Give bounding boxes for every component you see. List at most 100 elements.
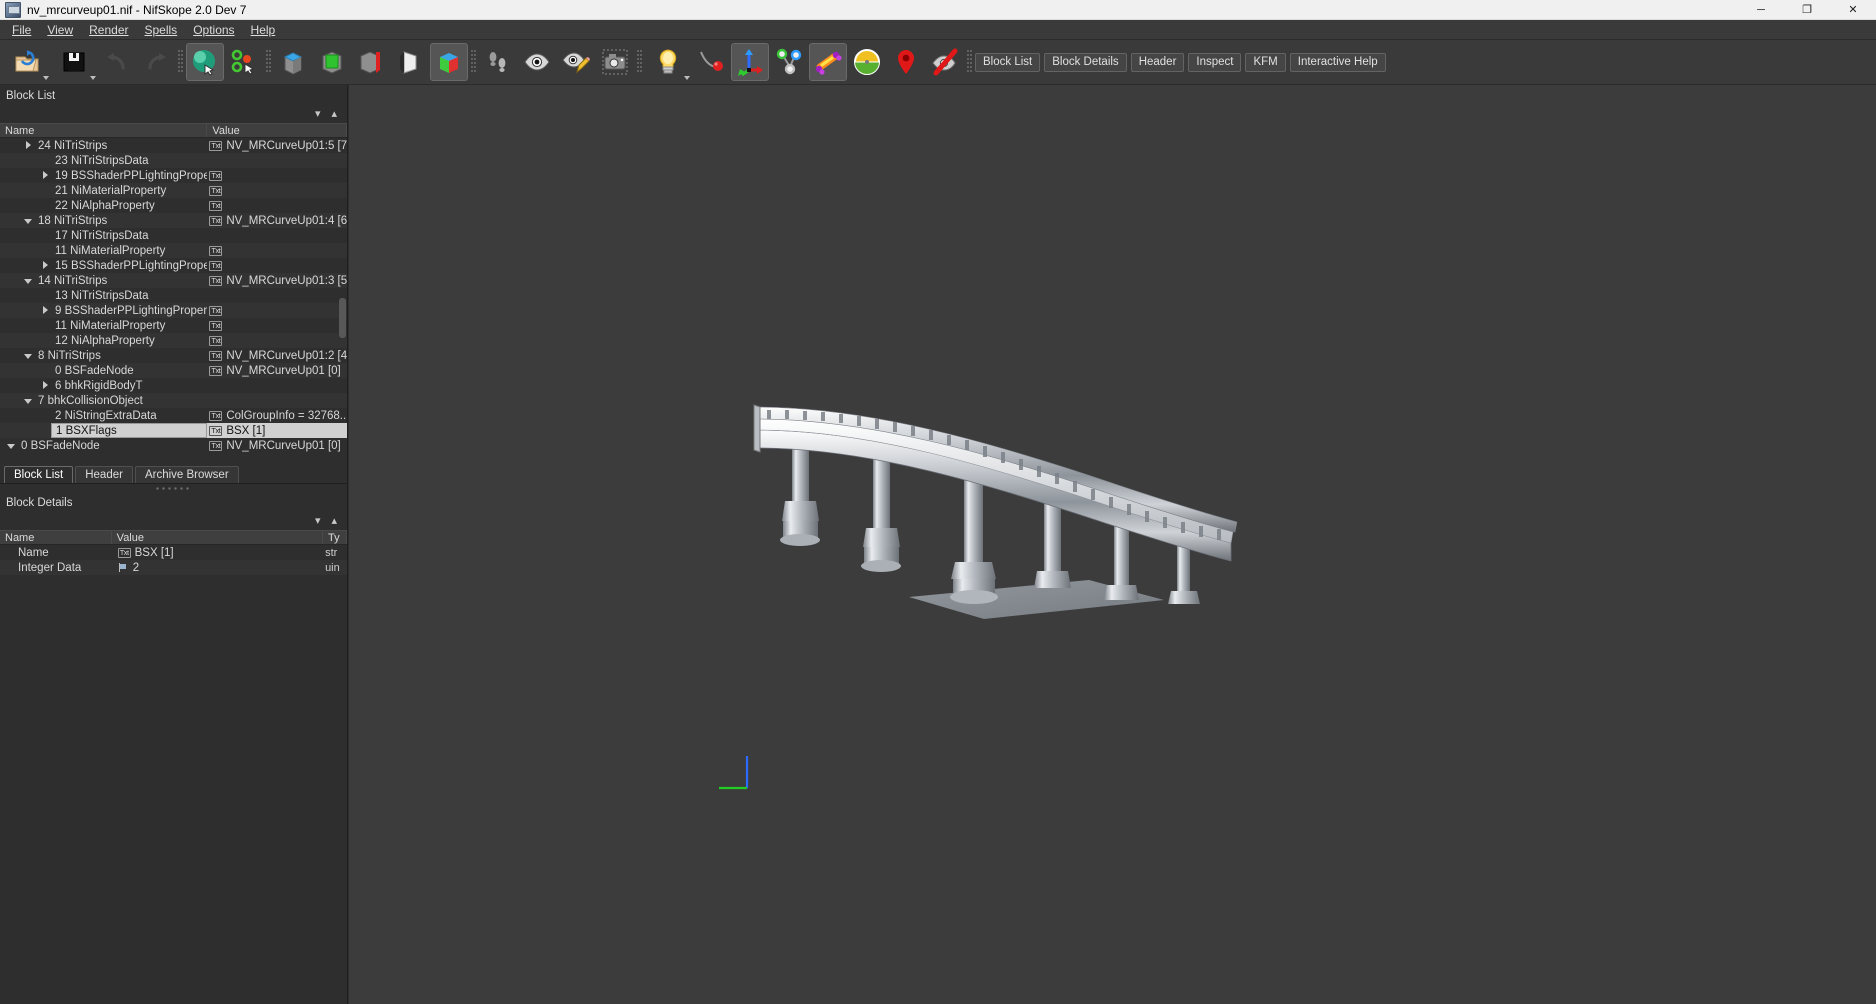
chevron-down-icon[interactable] <box>23 350 34 361</box>
block-list-row-value-cell[interactable]: Txt <box>207 333 347 348</box>
block-list-row[interactable]: 15 BSShaderPPLightingProperty Txt <box>0 258 347 273</box>
block-list-row-value-cell[interactable]: Txt NV_MRCurveUp01:3 [5] <box>207 273 347 288</box>
block-list-row[interactable]: 9 BSShaderPPLightingProperty Txt <box>0 303 347 318</box>
menu-view[interactable]: View <box>39 21 81 39</box>
block-list-row[interactable]: 14 NiTriStrips Txt NV_MRCurveUp01:3 [5] <box>0 273 347 288</box>
draw-nodes-icon[interactable] <box>313 43 351 81</box>
block-list-row-value-cell[interactable]: Txt NV_MRCurveUp01 [0] <box>207 363 347 378</box>
block-list-row-value-cell[interactable]: Txt BSX [1] <box>207 423 347 438</box>
axes-move-icon[interactable] <box>731 43 769 81</box>
chevron-up-icon[interactable]: ▴ <box>331 109 337 120</box>
block-list-row[interactable]: 0 BSFadeNode Txt NV_MRCurveUp01 [0] <box>0 363 347 378</box>
block-list-row[interactable]: 11 NiMaterialProperty Txt <box>0 318 347 333</box>
no-hide-icon[interactable] <box>926 43 964 81</box>
chevron-right-icon[interactable] <box>40 260 51 271</box>
chevron-right-icon[interactable] <box>40 380 51 391</box>
block-list-row[interactable]: 2 NiStringExtraData Txt ColGroupInfo = 327… <box>0 408 347 423</box>
chevron-down-icon[interactable] <box>23 215 34 226</box>
draw-constraints-icon[interactable] <box>430 43 468 81</box>
save-file-icon[interactable] <box>51 43 97 81</box>
chevron-down-icon-details[interactable]: ▾ <box>315 516 321 527</box>
redo-icon[interactable] <box>137 43 175 81</box>
tab-archive-browser[interactable]: Archive Browser <box>134 466 239 483</box>
minimize-button[interactable]: ─ <box>1738 0 1784 20</box>
block-details-row[interactable]: Name Txt BSX [1] str <box>0 545 347 560</box>
menu-spells[interactable]: Spells <box>137 21 186 39</box>
block-list-row-value-cell[interactable]: Txt <box>207 303 347 318</box>
block-list-row-value-cell[interactable]: Txt NV_MRCurveUp01 [0] <box>207 438 347 453</box>
menu-options[interactable]: Options <box>185 21 242 39</box>
block-list-row-value-cell[interactable] <box>207 288 347 303</box>
block-details-row-value-cell[interactable]: 2 <box>112 560 323 575</box>
chevron-right-icon[interactable] <box>40 170 51 181</box>
block-list-row-value-cell[interactable] <box>207 153 347 168</box>
tab-block-list[interactable]: Block List <box>4 466 74 483</box>
menu-file[interactable]: File <box>4 21 39 39</box>
block-list-row[interactable]: 24 NiTriStrips Txt NV_MRCurveUp01:5 [7] <box>0 138 347 153</box>
block-list-row[interactable]: 21 NiMaterialProperty Txt <box>0 183 347 198</box>
select-vertex-icon[interactable] <box>225 43 263 81</box>
panel-button-interactive-help[interactable]: Interactive Help <box>1289 52 1386 72</box>
block-details-col-name[interactable]: Name <box>0 531 112 544</box>
block-list-row-value-cell[interactable]: Txt <box>207 198 347 213</box>
3d-viewport[interactable] <box>349 85 1876 1004</box>
chevron-down-icon[interactable] <box>23 275 34 286</box>
toolbar-grip-5[interactable] <box>967 50 972 74</box>
block-list-row[interactable]: 22 NiAlphaProperty Txt <box>0 198 347 213</box>
block-details-col-value[interactable]: Value <box>112 531 324 544</box>
block-list-row-value-cell[interactable]: Txt <box>207 318 347 333</box>
chevron-down-icon[interactable] <box>6 440 17 451</box>
block-list-row-value-cell[interactable]: Txt <box>207 258 347 273</box>
dock-splitter[interactable] <box>0 484 347 492</box>
save-file-menu-arrow[interactable] <box>90 76 96 80</box>
toolbar-grip-4[interactable] <box>637 50 642 74</box>
block-list-row[interactable]: 12 NiAlphaProperty Txt <box>0 333 347 348</box>
lightbulb-menu-arrow[interactable] <box>684 76 690 80</box>
block-list-col-value[interactable]: Value <box>207 124 347 137</box>
block-list-row[interactable]: 17 NiTriStripsData <box>0 228 347 243</box>
block-list-col-name[interactable]: Name <box>0 124 208 137</box>
block-details-table[interactable]: Name Txt BSX [1] str Integer Data 2 uin <box>0 545 347 575</box>
panel-button-inspect[interactable]: Inspect <box>1188 52 1242 72</box>
eye-icon[interactable] <box>518 43 556 81</box>
camera-icon[interactable] <box>596 43 634 81</box>
chevron-right-icon[interactable] <box>40 305 51 316</box>
block-list-scrollbar[interactable] <box>338 138 347 455</box>
block-list-row[interactable]: 13 NiTriStripsData <box>0 288 347 303</box>
menu-render[interactable]: Render <box>81 21 136 39</box>
block-list-row-value-cell[interactable]: Txt NV_MRCurveUp01:2 [4] <box>207 348 347 363</box>
close-button[interactable]: ✕ <box>1830 0 1876 20</box>
chevron-up-icon-details[interactable]: ▴ <box>331 516 337 527</box>
color-wheel-icon[interactable] <box>848 43 886 81</box>
block-list-row-value-cell[interactable] <box>207 228 347 243</box>
panel-button-block-details[interactable]: Block Details <box>1044 52 1127 72</box>
footsteps-icon[interactable] <box>479 43 517 81</box>
block-list-row-value-cell[interactable] <box>207 393 347 408</box>
bones-icon[interactable] <box>809 43 847 81</box>
block-list-row-value-cell[interactable] <box>207 378 347 393</box>
draw-axes-icon[interactable] <box>274 43 312 81</box>
open-file-icon[interactable] <box>4 43 50 81</box>
open-file-menu-arrow[interactable] <box>43 76 49 80</box>
chevron-right-icon[interactable] <box>23 140 34 151</box>
block-list-tree[interactable]: 24 NiTriStrips Txt NV_MRCurveUp01:5 [7] 23 … <box>0 138 347 455</box>
block-list-row[interactable]: 7 bhkCollisionObject <box>0 393 347 408</box>
block-list-row[interactable]: 11 NiMaterialProperty Txt <box>0 243 347 258</box>
toolbar-grip-2[interactable] <box>266 50 271 74</box>
block-list-row[interactable]: 18 NiTriStrips Txt NV_MRCurveUp01:4 [6] <box>0 213 347 228</box>
block-list-row[interactable]: 0 BSFadeNode Txt NV_MRCurveUp01 [0] <box>0 438 347 453</box>
block-list-row[interactable]: 8 NiTriStrips Txt NV_MRCurveUp01:2 [4] <box>0 348 347 363</box>
toolbar-grip-3[interactable] <box>471 50 476 74</box>
menu-help[interactable]: Help <box>243 21 284 39</box>
render-sphere-icon[interactable] <box>186 43 224 81</box>
block-list-row-value-cell[interactable]: Txt NV_MRCurveUp01:5 [7] <box>207 138 347 153</box>
block-list-row[interactable]: 19 BSShaderPPLightingProperty Txt <box>0 168 347 183</box>
draw-havok-icon[interactable] <box>352 43 390 81</box>
lightbulb-icon[interactable] <box>645 43 691 81</box>
map-marker-icon[interactable] <box>887 43 925 81</box>
block-list-row[interactable]: 6 bhkRigidBodyT <box>0 378 347 393</box>
undo-icon[interactable] <box>98 43 136 81</box>
block-list-row-value-cell[interactable]: Txt ColGroupInfo = 32768... <box>207 408 347 423</box>
tab-header[interactable]: Header <box>75 466 133 483</box>
chevron-down-icon[interactable]: ▾ <box>315 109 321 120</box>
